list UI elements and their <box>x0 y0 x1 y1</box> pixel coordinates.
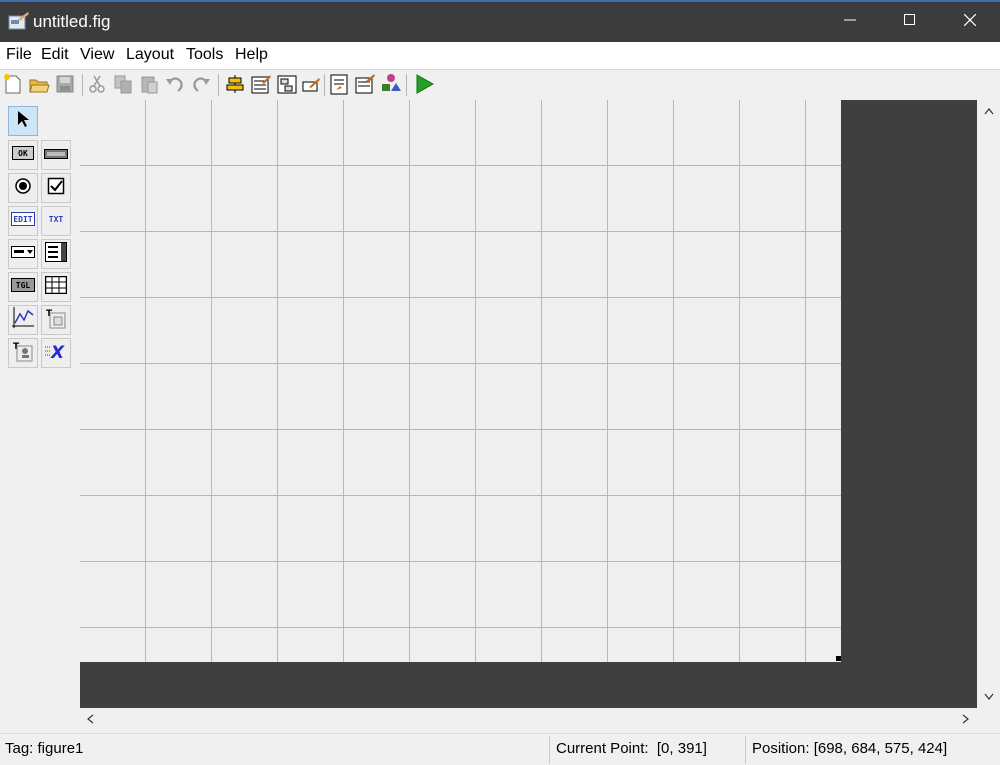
menu-view[interactable]: View <box>80 46 114 64</box>
scroll-up-icon[interactable] <box>984 104 994 118</box>
push-button-tool[interactable]: OK <box>8 140 38 170</box>
window-title: untitled.fig <box>33 12 111 31</box>
copy-icon[interactable] <box>112 73 134 95</box>
toolbar-editor-icon[interactable] <box>300 73 322 95</box>
toolbar-separator <box>82 74 83 96</box>
edit-text-icon: EDIT <box>11 211 35 231</box>
push-button-icon: OK <box>12 145 34 165</box>
static-text-icon-label: TXT <box>49 215 64 224</box>
panel-icon: T <box>45 307 67 334</box>
status-position: Position: [698, 684, 575, 424] <box>752 740 948 757</box>
slider-tool[interactable] <box>41 140 71 170</box>
button-group-tool[interactable]: T <box>8 338 38 368</box>
checkbox-tool[interactable] <box>41 173 71 203</box>
close-button[interactable] <box>940 2 1000 42</box>
svg-text:X: X <box>50 343 65 361</box>
edit-text-tool[interactable]: EDIT <box>8 206 38 236</box>
menu-layout[interactable]: Layout <box>126 46 174 64</box>
popup-menu-tool[interactable] <box>8 239 38 269</box>
horizontal-scrollbar[interactable] <box>80 708 977 731</box>
component-palette: OK EDIT TXT TGL T T X <box>0 100 78 708</box>
toolbar <box>0 70 1000 100</box>
figure-resize-handle[interactable] <box>836 656 841 661</box>
toggle-button-icon-label: TGL <box>16 281 31 290</box>
menu-editor-icon[interactable] <box>250 73 272 95</box>
status-current-point: Current Point: [0, 391] <box>556 740 707 757</box>
toggle-button-icon: TGL <box>11 277 35 297</box>
popup-menu-icon <box>11 245 35 263</box>
edit-text-icon-label: EDIT <box>13 215 32 224</box>
checkbox-icon <box>47 177 65 200</box>
scroll-left-icon[interactable] <box>86 713 94 727</box>
layout-area[interactable] <box>80 100 977 708</box>
save-icon[interactable] <box>54 73 76 95</box>
listbox-icon <box>45 241 67 267</box>
toolbar-separator <box>218 74 219 96</box>
status-divider <box>745 736 746 764</box>
panel-tool[interactable]: T <box>41 305 71 335</box>
menu-edit[interactable]: Edit <box>41 46 69 64</box>
tab-order-icon[interactable] <box>276 73 298 95</box>
scroll-down-icon[interactable] <box>984 690 994 704</box>
table-icon <box>44 275 68 299</box>
figure-canvas[interactable] <box>80 100 841 662</box>
table-tool[interactable] <box>41 272 71 302</box>
listbox-tool[interactable] <box>41 239 71 269</box>
paste-icon[interactable] <box>138 73 160 95</box>
maximize-icon <box>904 13 916 31</box>
menu-bar: File Edit View Layout Tools Help <box>0 42 1000 70</box>
menu-tools[interactable]: Tools <box>186 46 223 64</box>
minimize-icon <box>844 13 856 31</box>
status-bar: Tag: figure1 Current Point: [0, 391] Pos… <box>0 733 1000 765</box>
app-icon <box>8 11 30 31</box>
axes-icon <box>11 306 35 335</box>
axes-tool[interactable] <box>8 305 38 335</box>
menu-file[interactable]: File <box>6 46 32 64</box>
run-icon[interactable] <box>413 73 435 95</box>
undo-icon[interactable] <box>164 73 186 95</box>
button-group-icon: T <box>12 340 34 367</box>
radio-button-icon <box>14 177 32 200</box>
status-divider <box>549 736 550 764</box>
select-tool-button[interactable] <box>8 106 38 136</box>
cut-icon[interactable] <box>86 73 108 95</box>
minimize-button[interactable] <box>820 2 880 42</box>
static-text-tool[interactable]: TXT <box>41 206 71 236</box>
select-arrow-icon <box>15 110 31 133</box>
status-tag: Tag: figure1 <box>5 740 84 757</box>
new-icon[interactable] <box>2 73 24 95</box>
static-text-icon: TXT <box>44 212 68 231</box>
activex-icon: X <box>44 341 68 366</box>
toolbar-separator <box>406 74 407 96</box>
vertical-scrollbar[interactable] <box>977 100 1000 708</box>
scroll-right-icon[interactable] <box>962 713 970 727</box>
property-inspector-icon[interactable] <box>354 73 376 95</box>
activex-tool[interactable]: X <box>41 338 71 368</box>
radio-button-tool[interactable] <box>8 173 38 203</box>
slider-icon <box>44 146 68 164</box>
menu-help[interactable]: Help <box>235 46 268 64</box>
title-bar[interactable]: untitled.fig <box>0 2 1000 42</box>
open-icon[interactable] <box>28 73 50 95</box>
close-icon <box>963 13 977 31</box>
toolbar-separator <box>324 74 325 96</box>
object-browser-icon[interactable] <box>380 73 402 95</box>
redo-icon[interactable] <box>190 73 212 95</box>
maximize-button[interactable] <box>880 2 940 42</box>
editor-icon[interactable] <box>328 73 350 95</box>
toggle-button-tool[interactable]: TGL <box>8 272 38 302</box>
align-icon[interactable] <box>224 73 246 95</box>
push-button-icon-label: OK <box>18 149 28 158</box>
